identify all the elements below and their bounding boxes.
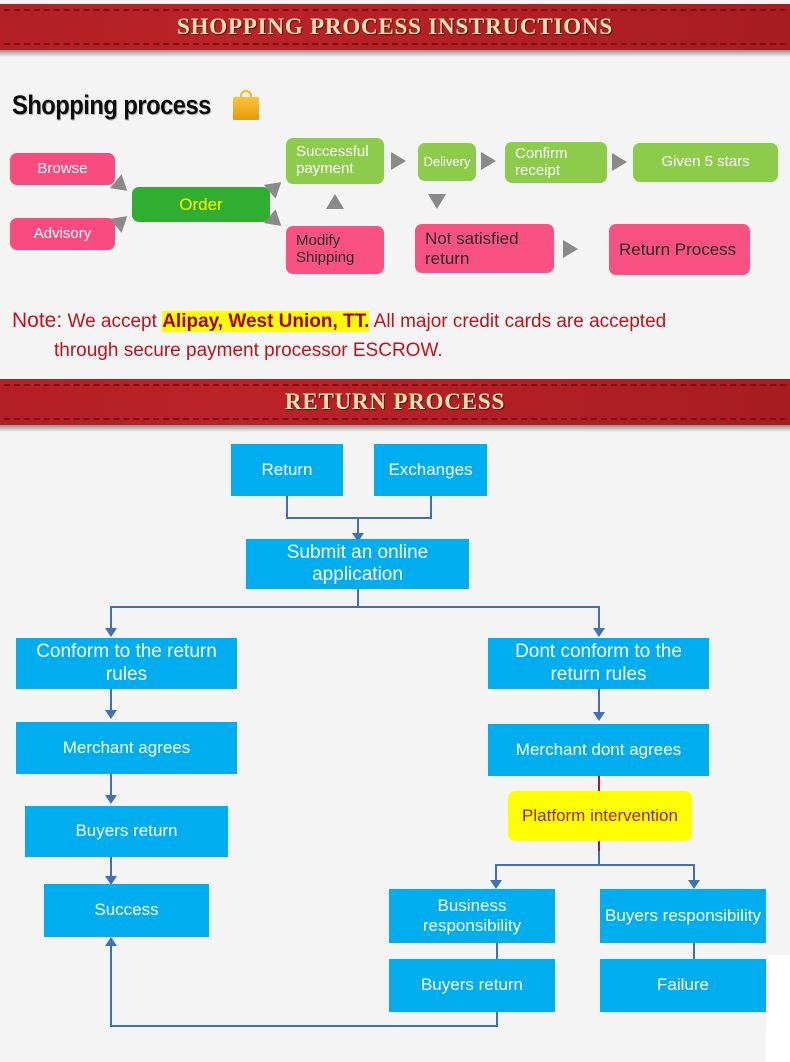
rp-box-return-label: Return <box>261 459 313 479</box>
conn-conform-down <box>110 689 112 711</box>
rp-box-submit-online-application[interactable]: Submit an online application <box>246 539 469 589</box>
flow-box-return-process[interactable]: Return Process <box>609 224 750 275</box>
rp-box-success[interactable]: Success <box>44 884 209 937</box>
flow-box-given-5-stars-label: Given 5 stars <box>661 153 750 171</box>
conn-exchanges-down <box>430 496 432 518</box>
note-text-before: We accept <box>67 311 163 332</box>
white-overlay-patch <box>766 955 790 1008</box>
arrow-payment-to-delivery <box>391 152 406 170</box>
rp-box-success-label: Success <box>94 900 159 920</box>
shopping-process-banner: SHOPPING PROCESS INSTRUCTIONS <box>0 4 790 50</box>
flow-box-modify-shipping-label: Modify Shipping <box>296 232 355 266</box>
conn-loop-vertical <box>110 944 112 1027</box>
rp-box-platform-intervention-label: Platform intervention <box>522 805 678 825</box>
rp-box-business-responsibility-label: Business responsibility <box>422 895 522 935</box>
rp-box-buyers-return-left[interactable]: Buyers return <box>25 806 228 857</box>
return-process-banner: RETURN PROCESS <box>0 379 790 425</box>
arrow-delivery-to-confirm <box>481 152 496 170</box>
conn-dont-conform-down <box>598 689 600 714</box>
arrow-confirm-to-stars <box>612 153 627 171</box>
rp-box-failure-label: Failure <box>657 975 709 995</box>
rp-box-submit-label: Submit an online application <box>286 541 429 585</box>
arrow-to-merchant-dont-agrees <box>593 712 605 721</box>
note-highlight: Alipay, West Union, TT. <box>162 311 370 332</box>
flow-box-order-label: Order <box>179 194 223 214</box>
conn-merchant-agrees-down <box>110 774 112 796</box>
rp-box-dont-conform-to-return-rules[interactable]: Dont conform to the return rules <box>488 638 709 689</box>
rp-box-merchant-dont-agrees[interactable]: Merchant dont agrees <box>488 724 709 776</box>
flow-box-confirm-receipt-label: Confirm receipt <box>515 144 568 179</box>
arrow-to-conform <box>105 628 117 637</box>
rp-box-merchant-agrees-label: Merchant agrees <box>62 737 191 757</box>
conn-split-horizontal <box>110 606 600 608</box>
rp-box-dont-conform-label: Dont conform to the return rules <box>515 641 682 685</box>
note-line2: through secure payment processor ESCROW. <box>54 340 443 361</box>
flow-box-delivery-label: Delivery <box>423 153 471 169</box>
flow-box-not-satisfied-return-label: Not satisfied return <box>425 229 519 268</box>
shopping-process-heading-text: Shopping process <box>12 90 211 120</box>
flow-box-return-process-label: Return Process <box>619 239 737 259</box>
conn-buyers-resp-down <box>693 943 695 959</box>
shopping-bag-icon <box>232 90 259 120</box>
conn-merge-horizontal <box>286 517 432 519</box>
shopping-process-banner-title: SHOPPING PROCESS INSTRUCTIONS <box>176 14 613 39</box>
banner-shadow-bottom <box>0 425 790 432</box>
arrow-delivery-to-notsatisfied <box>428 194 446 209</box>
white-overlay-patch-lower <box>766 1008 790 1062</box>
page-root: SHOPPING PROCESS INSTRUCTIONS Shopping p… <box>0 0 790 1062</box>
arrow-notsatisfied-to-returnprocess <box>563 240 578 258</box>
conn-return-down <box>286 496 288 518</box>
conn-split-left-down <box>110 606 112 630</box>
shopping-process-heading: Shopping process <box>12 90 259 121</box>
flow-box-delivery[interactable]: Delivery <box>418 143 476 181</box>
flow-box-order[interactable]: Order <box>132 187 270 222</box>
rp-box-buyers-responsibility[interactable]: Buyers responsibility <box>600 889 766 943</box>
rp-box-merchant-agrees[interactable]: Merchant agrees <box>16 722 237 774</box>
conn-split-right-down <box>598 606 600 630</box>
arrow-to-buyers-return-left <box>105 795 117 804</box>
rp-box-business-responsibility[interactable]: Business responsibility <box>389 889 555 943</box>
flow-box-advisory[interactable]: Advisory <box>10 218 115 250</box>
arrow-modify-to-payment <box>326 194 344 209</box>
conn-business-down <box>496 943 498 959</box>
banner-shadow-top <box>0 50 790 57</box>
note-label: Note: <box>12 309 63 332</box>
rp-box-platform-intervention[interactable]: Platform intervention <box>508 791 692 841</box>
rp-box-buyers-return-mid-label: Buyers return <box>420 975 524 995</box>
note-text-after: All major credit cards are accepted <box>369 311 667 332</box>
rp-box-buyers-return-left-label: Buyers return <box>75 821 178 841</box>
arrow-to-buyers-responsibility <box>688 880 700 889</box>
conn-platform-split-h <box>495 864 695 866</box>
flow-box-successful-payment-label: Successful payment <box>296 143 369 177</box>
flow-box-browse[interactable]: Browse <box>10 153 115 185</box>
flow-box-modify-shipping[interactable]: Modify Shipping <box>286 226 384 274</box>
rp-box-merchant-dont-agrees-label: Merchant dont agrees <box>515 739 682 759</box>
return-process-banner-title: RETURN PROCESS <box>284 389 506 414</box>
conn-to-platform-red <box>598 776 600 791</box>
rp-box-conform-label: Conform to the return rules <box>36 641 217 685</box>
rp-box-buyers-responsibility-label: Buyers responsibility <box>605 905 761 925</box>
rp-box-exchanges[interactable]: Exchanges <box>374 444 487 496</box>
conn-loop-horizontal <box>110 1025 498 1027</box>
rp-box-failure[interactable]: Failure <box>600 959 766 1012</box>
conn-submit-down <box>357 589 359 607</box>
flow-box-not-satisfied-return[interactable]: Not satisfied return <box>415 224 554 273</box>
flow-box-advisory-label: Advisory <box>33 224 92 242</box>
rp-box-conform-to-return-rules[interactable]: Conform to the return rules <box>16 638 237 689</box>
flow-box-browse-label: Browse <box>37 159 88 177</box>
arrow-to-dont-conform <box>593 628 605 637</box>
arrow-to-business-responsibility <box>490 880 502 889</box>
rp-box-return[interactable]: Return <box>231 444 343 496</box>
arrow-to-merchant-agrees <box>105 710 117 719</box>
rp-box-buyers-return-mid[interactable]: Buyers return <box>389 959 555 1012</box>
flow-box-successful-payment[interactable]: Successful payment <box>286 138 384 184</box>
rp-box-exchanges-label: Exchanges <box>388 459 473 479</box>
payment-note: Note: We accept Alipay, West Union, TT. … <box>12 306 787 365</box>
flow-box-given-5-stars[interactable]: Given 5 stars <box>633 143 778 182</box>
flow-box-confirm-receipt[interactable]: Confirm receipt <box>505 142 607 183</box>
